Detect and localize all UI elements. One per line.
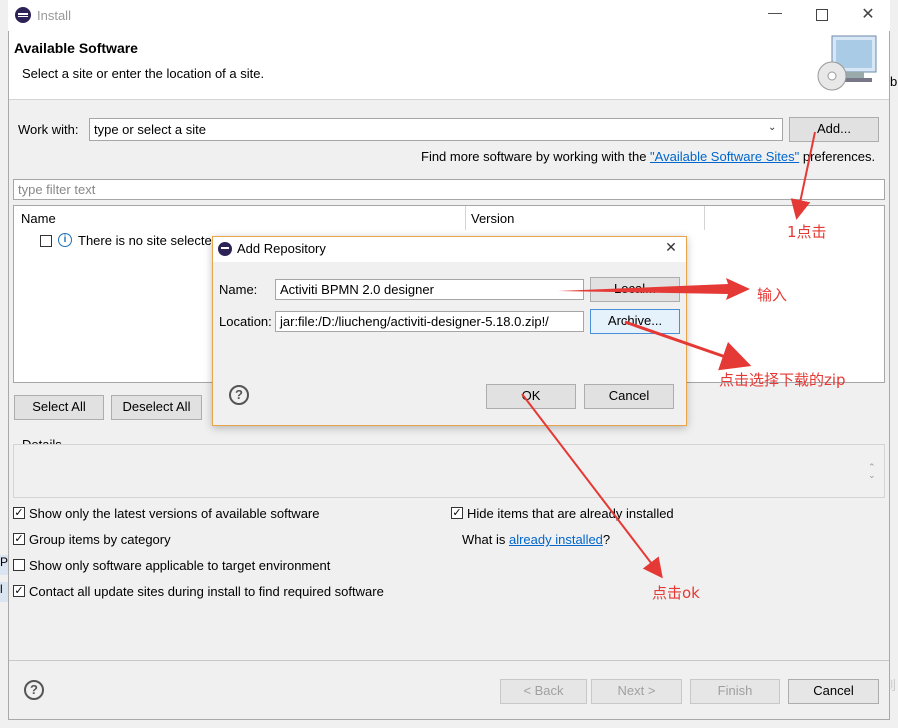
annotation-click-ok: 点击ok (652, 584, 700, 602)
annotation-input: 输入 (757, 286, 788, 304)
arrow-to-input (558, 278, 750, 300)
annotation-arrows (521, 131, 816, 579)
arrow-to-add (790, 131, 816, 220)
arrow-to-archive (624, 320, 752, 371)
arrow-to-ok (521, 393, 663, 579)
annotation-click-add: 1点击 (787, 223, 827, 241)
annotation-choose-zip: 点击选择下载的zip (719, 371, 846, 389)
